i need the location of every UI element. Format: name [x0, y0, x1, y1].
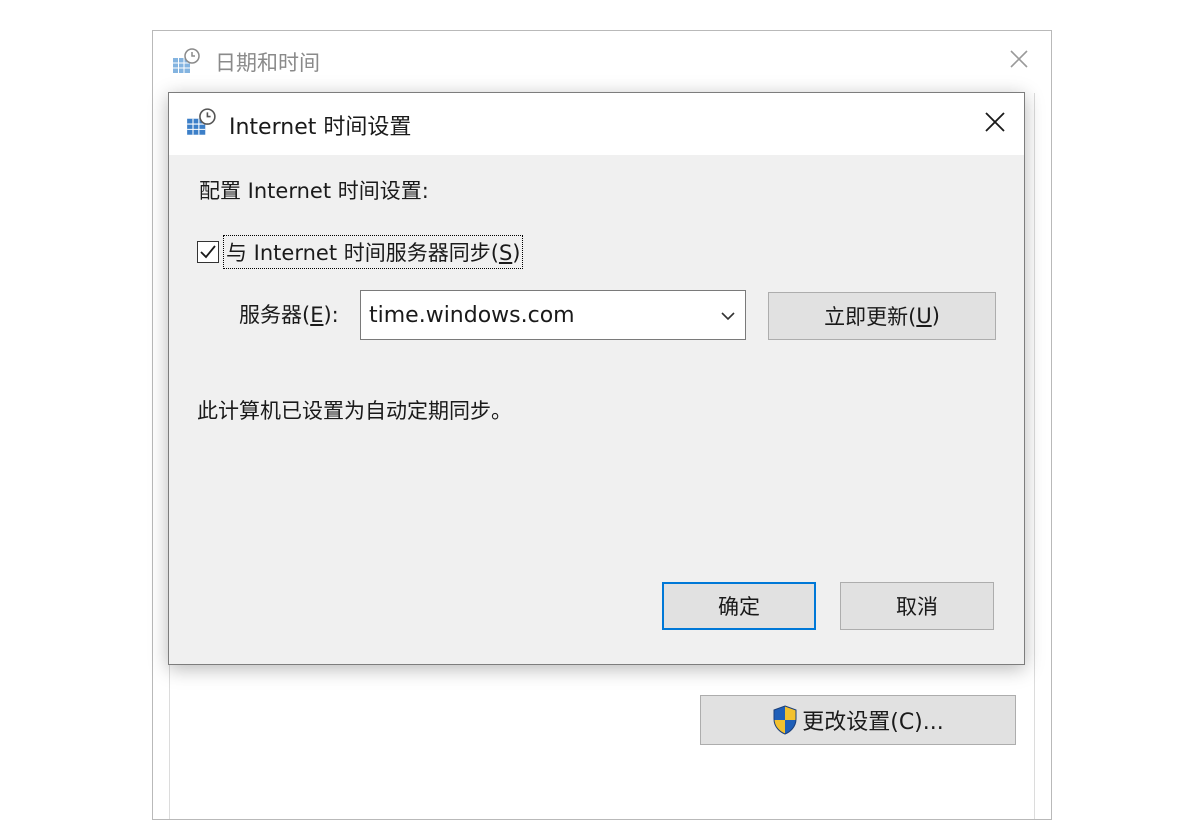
close-icon[interactable] — [982, 109, 1008, 135]
uac-shield-icon — [773, 705, 797, 735]
close-icon[interactable] — [1005, 45, 1033, 73]
internet-time-settings-dialog: Internet 时间设置 配置 Internet 时间设置: 与 Intern… — [168, 92, 1025, 665]
server-combobox[interactable] — [360, 290, 746, 340]
datetime-network-icon — [173, 48, 200, 73]
server-input[interactable] — [369, 301, 699, 329]
ok-button[interactable]: 确定 — [662, 582, 816, 630]
sync-checkbox-label[interactable]: 与 Internet 时间服务器同步(S) — [223, 235, 524, 269]
ok-label: 确定 — [718, 595, 760, 619]
config-heading: 配置 Internet 时间设置: — [199, 179, 429, 203]
dialog-titlebar: Internet 时间设置 — [169, 93, 1024, 155]
sync-checkbox[interactable] — [197, 241, 219, 263]
change-settings-button[interactable]: 更改设置(C)... — [700, 695, 1016, 745]
change-settings-label: 更改设置(C)... — [802, 710, 944, 735]
datetime-network-icon — [187, 108, 216, 135]
date-time-title: 日期和时间 — [215, 51, 320, 75]
checkmark-icon — [200, 245, 216, 259]
sync-status-text: 此计算机已设置为自动定期同步。 — [197, 399, 512, 423]
cancel-label: 取消 — [896, 595, 938, 619]
cancel-button[interactable]: 取消 — [840, 582, 994, 630]
server-label: 服务器(E): — [239, 303, 339, 327]
dialog-title: Internet 时间设置 — [229, 115, 412, 140]
update-now-button[interactable]: 立即更新(U) — [768, 292, 996, 340]
date-time-titlebar: 日期和时间 — [153, 31, 1051, 93]
chevron-down-icon[interactable] — [719, 307, 737, 325]
sync-option[interactable]: 与 Internet 时间服务器同步(S) — [197, 235, 524, 269]
